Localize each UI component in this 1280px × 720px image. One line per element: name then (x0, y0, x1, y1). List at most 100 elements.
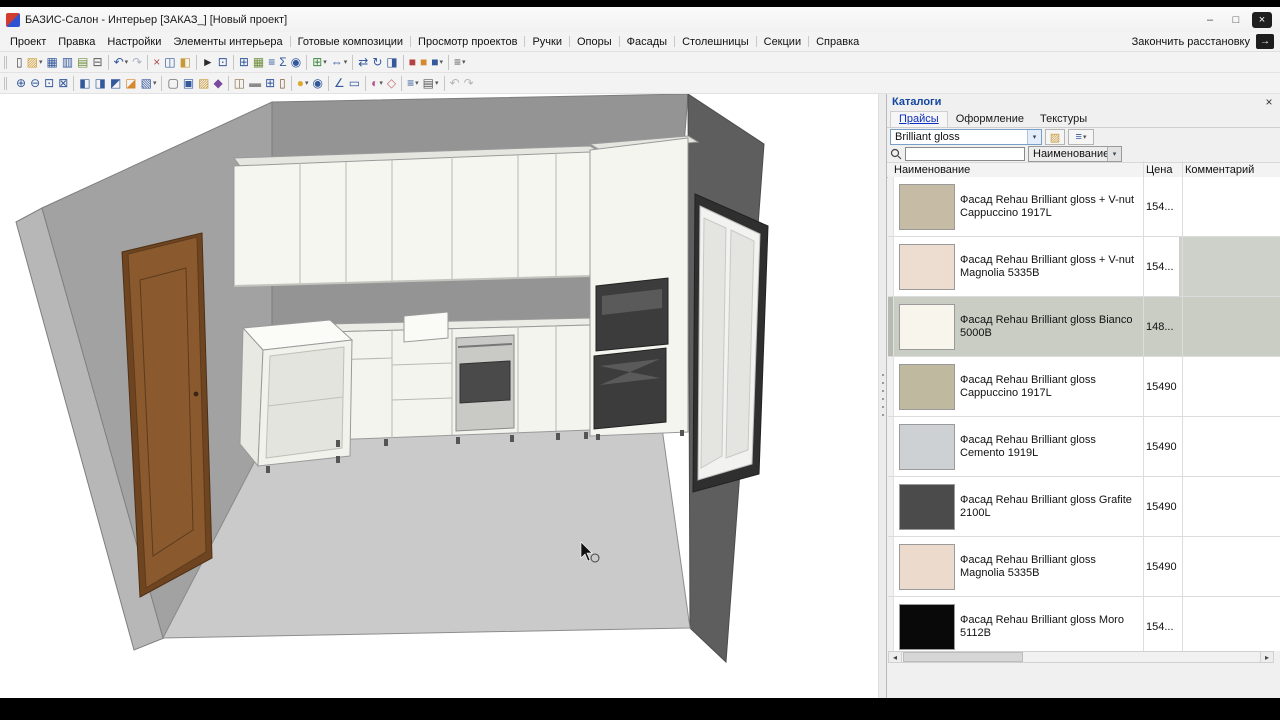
catalog-row[interactable]: Фасад Rehau Brilliant gloss Cappuccino 1… (888, 357, 1280, 417)
toolbar-icon[interactable]: ⊕ (14, 74, 28, 93)
chevron-down-icon[interactable]: ▾ (1107, 147, 1121, 161)
menu-item[interactable]: Правка (52, 34, 101, 50)
search-input[interactable] (905, 147, 1025, 161)
toolbar-icon[interactable]: ≡ (266, 53, 277, 72)
close-button[interactable]: × (1252, 11, 1272, 28)
toolbar-icon[interactable]: ≡ ▾ (405, 74, 421, 93)
toolbar-icon[interactable]: ■ (418, 53, 429, 72)
scroll-right-arrow[interactable]: ▸ (1260, 652, 1273, 662)
menu-item[interactable]: Секции (758, 34, 807, 50)
catalog-row[interactable]: Фасад Rehau Brilliant gloss Grafite 2100… (888, 477, 1280, 537)
menu-item[interactable]: Справка (810, 34, 865, 50)
toolbar-icon[interactable]: ◉ (311, 74, 325, 93)
catalog-edit-button[interactable]: ▨ (1045, 129, 1065, 145)
toolbar-icon[interactable]: × (151, 53, 162, 72)
toolbar-icon[interactable]: ⊠ (56, 74, 70, 93)
toolbar-icon[interactable]: ▣ (181, 74, 196, 93)
toolbar-icon[interactable]: ◇ (385, 74, 398, 93)
panel-splitter[interactable] (878, 94, 886, 698)
column-header-comment[interactable]: Комментарий (1185, 164, 1254, 176)
toolbar-icon[interactable]: ⇔ ▾ (329, 53, 350, 72)
catalog-row[interactable]: Фасад Rehau Brilliant gloss Cemento 1919… (888, 417, 1280, 477)
toolbar-icon[interactable]: ⊖ (28, 74, 42, 93)
panel-close-icon[interactable]: × (1263, 96, 1275, 108)
menu-item[interactable]: Столешницы (676, 34, 755, 50)
toolbar-icon[interactable]: ◉ (289, 53, 303, 72)
menu-item[interactable]: Просмотр проектов (412, 34, 523, 50)
toolbar-icon[interactable]: ● ▾ (295, 74, 311, 93)
toolbar-icon[interactable]: ▯ (14, 53, 25, 72)
menu-item[interactable]: Опоры (571, 34, 618, 50)
toolbar-icon[interactable]: ▤ ▾ (421, 74, 441, 93)
toolbar-icon[interactable]: ◨ (93, 74, 108, 93)
toolbar-icon[interactable]: Σ (277, 53, 288, 72)
toolbar-icon[interactable]: ↻ (370, 53, 384, 72)
toolbar-grip[interactable] (4, 76, 10, 90)
catalog-row[interactable]: Фасад Rehau Brilliant gloss + V-nut Capp… (888, 177, 1280, 237)
minimize-button[interactable]: – (1197, 10, 1223, 29)
column-header-price[interactable]: Цена (1146, 164, 1172, 176)
toolbar-icon[interactable]: ◆ (212, 74, 225, 93)
toolbar-icon[interactable]: ◫ (232, 74, 247, 93)
toolbar-icon[interactable]: ⇄ (356, 53, 370, 72)
toolbar-icon[interactable]: ▢ (165, 74, 180, 93)
toolbar-icon[interactable]: ■ ▾ (429, 53, 445, 72)
exit-icon[interactable]: → (1256, 34, 1274, 49)
toolbar-icon[interactable]: ⊞ (263, 74, 277, 93)
sort-column-select[interactable]: Наименование ▾ (1028, 146, 1122, 162)
catalog-row[interactable]: Фасад Rehau Brilliant gloss Moro 5112B 1… (888, 597, 1280, 651)
scrollbar-thumb[interactable] (903, 652, 1023, 662)
menu-item[interactable]: Элементы интерьера (167, 34, 288, 50)
toolbar-icon[interactable]: ◐ ▾ (369, 74, 385, 93)
toolbar-icon[interactable]: ◫ (162, 53, 177, 72)
toolbar-icon[interactable]: ◨ (384, 53, 399, 72)
toolbar-icon[interactable]: ↶ (448, 74, 462, 93)
toolbar-icon[interactable]: ◧ (178, 53, 193, 72)
3d-viewport[interactable] (0, 94, 878, 698)
toolbar-icon[interactable]: ↷ (462, 74, 476, 93)
scroll-left-arrow[interactable]: ◂ (889, 652, 902, 662)
toolbar-icon[interactable]: ⊡ (42, 74, 56, 93)
catalog-tab[interactable]: Текстуры (1032, 112, 1095, 127)
toolbar-icon[interactable]: ▥ (60, 53, 75, 72)
toolbar-icon[interactable]: ▨ (196, 74, 211, 93)
catalog-row[interactable]: Фасад Rehau Brilliant gloss + V-nut Magn… (888, 237, 1280, 297)
toolbar-icon[interactable]: ▦ (251, 53, 266, 72)
toolbar-icon[interactable]: ▭ (347, 74, 362, 93)
catalog-tab[interactable]: Прайсы (890, 111, 948, 127)
chevron-down-icon[interactable]: ▾ (1027, 130, 1041, 144)
toolbar-icon[interactable]: ◪ (123, 74, 138, 93)
toolbar-icon[interactable]: ▨ ▾ (25, 53, 45, 72)
catalog-select[interactable]: Brilliant gloss ▾ (890, 129, 1042, 145)
catalog-row[interactable]: Фасад Rehau Brilliant gloss Bianco 5000B… (888, 297, 1280, 357)
menu-item[interactable]: Проект (4, 34, 52, 50)
menu-item[interactable]: Фасады (621, 34, 673, 50)
view-mode-button[interactable]: ≡ ▾ (1068, 129, 1094, 145)
catalog-tab[interactable]: Оформление (948, 112, 1032, 127)
menu-item[interactable]: Готовые композиции (292, 34, 409, 50)
column-header-name[interactable]: Наименование (894, 164, 970, 176)
toolbar-icon[interactable]: ≡ ▾ (452, 53, 468, 72)
menu-item[interactable]: Настройки (101, 34, 167, 50)
toolbar-icon[interactable]: ↶ ▾ (112, 53, 131, 72)
toolbar-icon[interactable]: ⊟ (91, 53, 105, 72)
toolbar-icon[interactable]: ▧ ▾ (139, 74, 159, 93)
toolbar-icon[interactable]: ∠ (332, 74, 347, 93)
toolbar-grip[interactable] (4, 55, 10, 69)
menu-item[interactable]: Ручки (526, 34, 568, 50)
finish-arrangement-button[interactable]: Закончить расстановку (1132, 36, 1250, 48)
toolbar-icon[interactable]: ■ (407, 53, 418, 72)
toolbar-icon[interactable]: ▦ (44, 53, 59, 72)
toolbar-icon[interactable]: ⊞ ▾ (310, 53, 329, 72)
toolbar-icon[interactable]: ▤ (75, 53, 90, 72)
toolbar-icon[interactable]: ▬ (247, 74, 263, 93)
catalog-row[interactable]: Фасад Rehau Brilliant gloss Magnolia 533… (888, 537, 1280, 597)
toolbar-icon[interactable]: ◧ (77, 74, 92, 93)
toolbar-icon[interactable]: ▯ (277, 74, 288, 93)
toolbar-icon[interactable]: ⊡ (216, 53, 230, 72)
toolbar-icon[interactable]: ↷ (130, 53, 144, 72)
horizontal-scrollbar[interactable]: ◂ ▸ (888, 651, 1274, 663)
toolbar-icon[interactable]: ◩ (108, 74, 123, 93)
maximize-button[interactable]: □ (1223, 10, 1249, 29)
toolbar-icon[interactable]: ⊞ (237, 53, 251, 72)
